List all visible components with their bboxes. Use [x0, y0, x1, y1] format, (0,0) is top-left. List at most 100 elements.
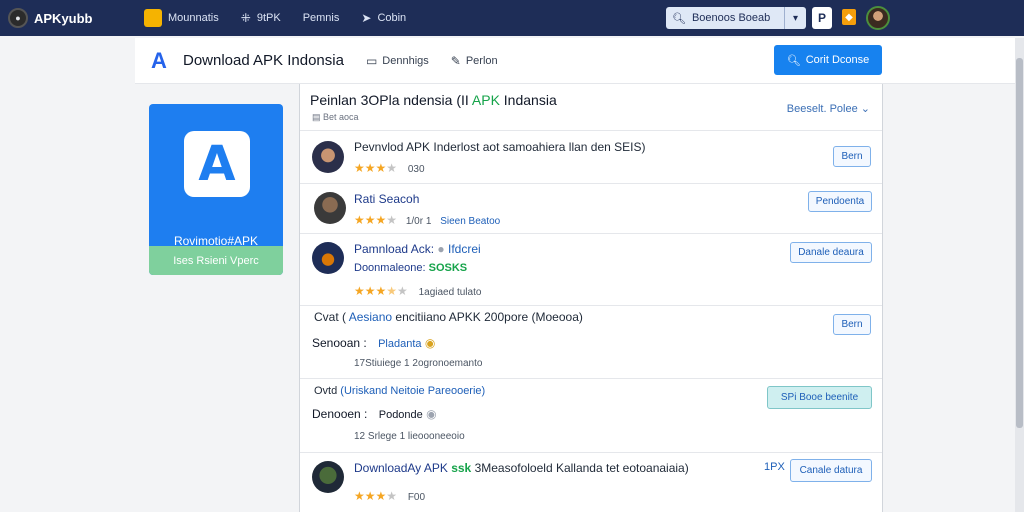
rating-stars: ★★★★★ [354, 284, 408, 298]
download-button[interactable]: Pendoenta [808, 191, 872, 212]
topnav-label: Pemnis [302, 12, 340, 24]
panel-subtitle: ▤ Bet aoca [312, 112, 359, 122]
sort-label: Beeselt. Polee [786, 103, 858, 115]
list-item-title[interactable]: Ovtd (Uriskand Neitoie Pareooerie) [314, 385, 485, 397]
badge-icon: ◉ [426, 407, 437, 421]
topnav-label: 9tPK [256, 12, 281, 24]
list-item-title-prefix: Cvat ( [314, 310, 347, 324]
rating-stars: ★★★★ [354, 213, 398, 227]
app-logo-icon: A [184, 131, 250, 197]
topnav-item-mounnatis[interactable]: Mounnatis [144, 9, 219, 27]
page-title: Download APK Indonsia [183, 52, 344, 69]
app-card-action[interactable]: Ises Rsieni Vperc [149, 246, 283, 275]
list-item-title[interactable]: DownloadAy APK ssk 3Measofoloeld Kalland… [354, 461, 689, 475]
search-icon: 🔍︎ [786, 54, 801, 67]
badge-icon: ◉ [424, 336, 436, 350]
field-label: Senooan : [312, 336, 367, 350]
download-button[interactable]: Canale datura [790, 459, 872, 482]
list-item-meta: 17Stiuiege 1 2ogronoemanto [354, 358, 483, 369]
download-button[interactable]: Danale deaura [790, 242, 872, 263]
topnav-item-apk[interactable]: ⁜ 9tPK [241, 11, 281, 25]
field-value: Podonde [378, 409, 423, 421]
list-item[interactable]: Pevnvlod APK Inderlost aot samoahiera ll… [300, 130, 882, 183]
list-item-title[interactable]: Pamnload Ack: ● Ifdcrei [354, 242, 481, 256]
list-item-meta-text: 030 [407, 164, 425, 175]
send-icon: ➤ [361, 11, 372, 25]
list-item-title-link[interactable]: Aesiano [349, 310, 392, 324]
list-item-title-rest: encitiiano APKK 200pore (Moeooa) [395, 310, 583, 324]
list-item-meta: 12 Srlege 1 lieoooneeoio [354, 431, 465, 442]
panel-title-apk: APK [471, 92, 500, 108]
list-item[interactable]: DownloadAy APK ssk 3Measofoloeld Kalland… [300, 452, 882, 512]
avatar[interactable] [866, 6, 890, 30]
list-item-title-link[interactable]: (Uriskand Neitoie Pareooerie) [340, 385, 485, 397]
list-item-title-tag: ssk [451, 461, 472, 475]
list-item[interactable]: Rati Seacoh ★★★★ 1/0r 1 Sieen Beatoo Pen… [300, 183, 882, 233]
brand-name: APKyubb [34, 10, 93, 26]
list-item-meta: Doonmaleone: SOSKS [354, 262, 467, 274]
list-item-tag: 1PX [764, 461, 785, 473]
pen-icon: ✎ [450, 53, 461, 68]
topnav-label: Mounnatis [168, 12, 219, 24]
avatar [312, 242, 344, 274]
top-nav: Mounnatis ⁜ 9tPK Pemnis ➤ Cobin [144, 9, 428, 27]
field-value: Pladanta [378, 338, 422, 350]
meta-value: SOSKS [428, 262, 468, 274]
meta-label: Doonmaleone: [354, 262, 426, 274]
panel-title-prefix: Peinlan 3OPla ndensia (II [310, 92, 469, 108]
list-item-meta: ★★★★ 1/0r 1 Sieen Beatoo [354, 213, 500, 227]
app-logo-icon: A [151, 47, 167, 73]
rating-stars: ★★★★ [354, 161, 398, 175]
list-item-title[interactable]: Rati Seacoh [354, 192, 419, 206]
list-item-meta: ★★★★★ 1agiaed tulato [354, 284, 481, 298]
list-item-meta-text: 1agiaed tulato [418, 287, 482, 298]
list-item-title-link[interactable]: Ifdcrei [448, 242, 481, 256]
results-panel: Peinlan 3OPla ndensia (II APK Indansia ▤… [299, 84, 883, 512]
download-button[interactable]: Bern [833, 146, 871, 167]
rating-stars: ★★★★ [354, 489, 398, 503]
list-item[interactable]: Cvat ( Aesiano encitiiano APKK 200pore (… [300, 305, 882, 378]
scrollbar-thumb[interactable] [1016, 58, 1023, 428]
settings-link[interactable]: ▭ Dennhigs [366, 54, 429, 68]
list-item-tag: Sieen Beatoo [440, 216, 501, 227]
app-feature-card[interactable]: A Rovimotio#APK Ises Rsieni Vperc [149, 104, 283, 275]
list-item-title-text: DownloadAy APK [354, 461, 448, 475]
settings-icon: ▭ [365, 53, 378, 68]
list-item-meta-text: F00 [407, 492, 426, 503]
chevron-down-icon[interactable]: ▾ [784, 7, 806, 29]
scrollbar[interactable] [1015, 38, 1024, 512]
grid-icon: ⁜ [240, 11, 251, 25]
top-navigation-bar: ● APKyubb Mounnatis ⁜ 9tPK Pemnis ➤ Cobi… [0, 0, 1024, 36]
top-search-input[interactable]: 🔍︎ Boenoos Boeab ▾ [666, 7, 806, 29]
panel-subtitle-text: Bet aoca [323, 112, 359, 122]
list-item[interactable]: Ovtd (Uriskand Neitoie Pareooerie) Denoo… [300, 378, 882, 452]
settings-link-label: Dennhigs [382, 54, 429, 67]
notification-icon[interactable]: ◆ [842, 9, 856, 25]
panel-title-suffix: Indansia [503, 92, 557, 108]
chevron-down-icon: ⌄ [860, 103, 870, 115]
sort-dropdown[interactable]: Beeselt. Polee ⌄ [787, 102, 870, 115]
topnav-label: Cobin [377, 12, 407, 24]
search-button-label: Corit Dconse [805, 54, 870, 66]
download-button[interactable]: SPi Booe beenite [767, 386, 872, 409]
search-button[interactable]: 🔍︎ Corit Dconse [774, 45, 882, 75]
avatar [312, 461, 344, 493]
list-item-title[interactable]: Cvat ( Aesiano encitiiano APKK 200pore (… [314, 310, 583, 324]
download-button[interactable]: Bern [833, 314, 871, 335]
profile-link[interactable]: ✎ Perlon [451, 54, 498, 68]
avatar [312, 141, 344, 173]
search-icon: 🔍︎ [672, 12, 686, 25]
brand[interactable]: ● APKyubb [8, 8, 128, 28]
apps-icon [144, 9, 162, 27]
brand-logo-icon: ● [8, 8, 28, 28]
topnav-item-pemnis[interactable]: Pemnis [303, 12, 340, 24]
pause-icon: ● [437, 242, 445, 256]
list-item-title-text: Pamnload Ack: [354, 242, 435, 256]
app-icon-button[interactable]: P [812, 7, 832, 29]
topnav-item-cobin[interactable]: ➤ Cobin [361, 11, 406, 25]
list-item[interactable]: Pamnload Ack: ● Ifdcrei Doonmaleone: SOS… [300, 233, 882, 305]
list-item-title[interactable]: Pevnvlod APK Inderlost aot samoahiera ll… [354, 140, 646, 154]
profile-link-label: Perlon [465, 54, 498, 67]
list-item-field: Senooan : Pladanta ◉ [312, 336, 435, 350]
search-placeholder: Boenoos Boeab [691, 12, 771, 24]
